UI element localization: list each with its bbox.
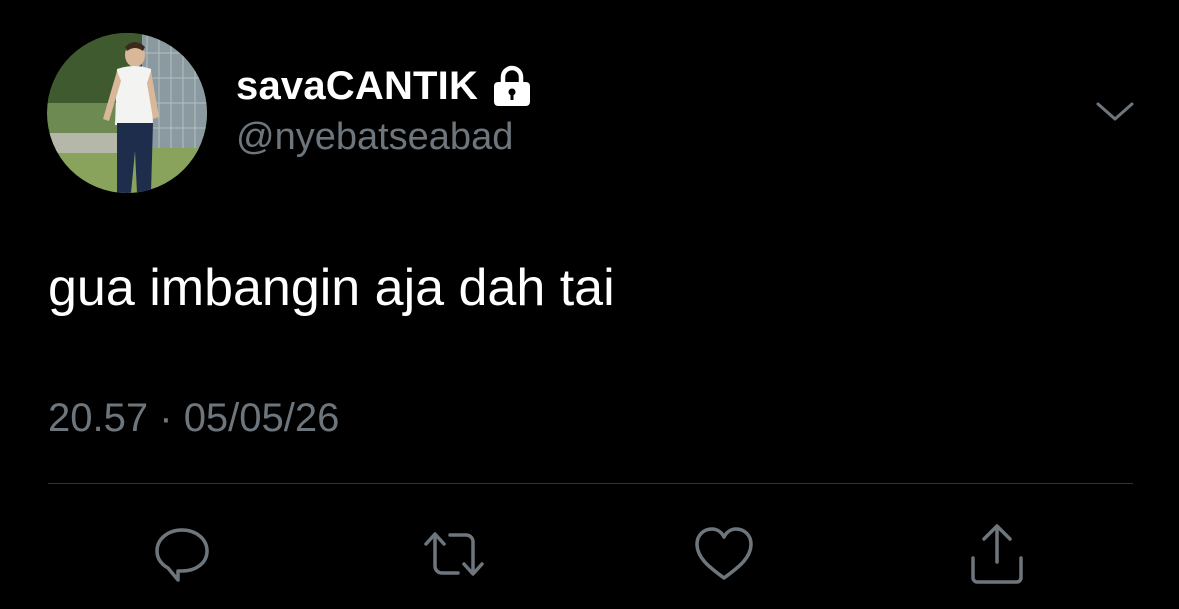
display-name[interactable]: savaCANTIK bbox=[236, 64, 478, 109]
heart-icon bbox=[695, 527, 753, 580]
reply-button[interactable] bbox=[150, 522, 214, 586]
retweet-icon bbox=[424, 532, 484, 576]
avatar[interactable] bbox=[47, 33, 207, 193]
tweet-text: gua imbangin aja dah tai bbox=[48, 259, 615, 317]
tweet-date: 05/05/26 bbox=[183, 396, 340, 440]
avatar-photo bbox=[47, 33, 207, 193]
like-button[interactable] bbox=[692, 522, 756, 586]
chevron-down-icon[interactable] bbox=[1094, 96, 1136, 126]
speech-bubble-icon bbox=[155, 528, 209, 582]
tweet-time: 20.57 bbox=[48, 396, 149, 440]
share-icon bbox=[971, 524, 1023, 584]
author-handle[interactable]: @nyebatseabad bbox=[236, 116, 513, 159]
tweet: savaCANTIK @nyebatseabad gua imbangin aj… bbox=[0, 0, 1179, 609]
author-name-row[interactable]: savaCANTIK bbox=[236, 60, 534, 112]
retweet-button[interactable] bbox=[422, 522, 486, 586]
share-button[interactable] bbox=[965, 522, 1029, 586]
timestamp-separator: · bbox=[159, 396, 173, 440]
divider bbox=[48, 483, 1133, 484]
lock-icon bbox=[490, 64, 534, 108]
tweet-timestamp[interactable]: 20.57 · 05/05/26 bbox=[48, 396, 339, 441]
